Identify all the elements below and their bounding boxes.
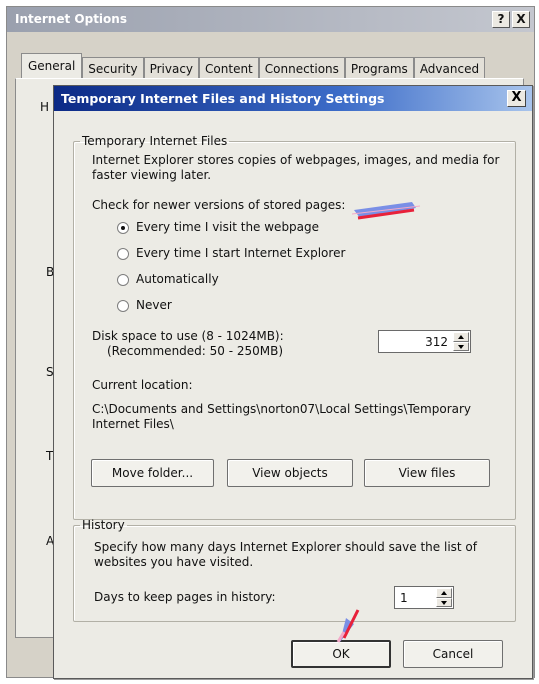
tif-history-settings-dialog: Temporary Internet Files and History Set…	[53, 85, 533, 679]
radio-button[interactable]	[117, 273, 129, 286]
tab-security[interactable]: Security	[82, 57, 144, 79]
tab-privacy[interactable]: Privacy	[143, 57, 200, 79]
check-newer-label: Check for newer versions of stored pages…	[92, 198, 346, 212]
tif-group-legend: Temporary Internet Files	[82, 134, 228, 148]
spinner-down-arrow-icon[interactable]	[436, 597, 452, 607]
outer-close-button[interactable]: X	[512, 11, 530, 28]
current-location-path: C:\Documents and Settings\norton07\Local…	[92, 402, 472, 431]
tif-description: Internet Explorer stores copies of webpa…	[92, 153, 500, 182]
history-group-legend: History	[82, 518, 125, 532]
tab-content[interactable]: Content	[199, 57, 259, 79]
check-newer-radio-group: Every time I visit the webpage Every tim…	[117, 220, 477, 320]
radio-button[interactable]	[117, 221, 129, 234]
radio-label: Automatically	[136, 272, 219, 286]
cancel-button[interactable]: Cancel	[403, 640, 503, 668]
current-location-label: Current location:	[92, 378, 193, 392]
dialog-title: Temporary Internet Files and History Set…	[61, 91, 385, 106]
radio-label: Every time I start Internet Explorer	[136, 246, 346, 260]
radio-button[interactable]	[117, 247, 129, 260]
disk-space-value[interactable]: 312	[425, 335, 448, 349]
annotation-arrow-icon	[352, 202, 421, 220]
disk-space-recommended: (Recommended: 50 - 250MB)	[107, 344, 284, 358]
outer-section-letter: H	[40, 100, 50, 114]
radio-label: Never	[136, 298, 172, 312]
radio-every-start[interactable]: Every time I start Internet Explorer	[117, 246, 345, 261]
view-objects-button[interactable]: View objects	[227, 459, 353, 487]
move-folder-button[interactable]: Move folder...	[91, 459, 214, 487]
radio-button[interactable]	[117, 299, 129, 312]
spinner-arrows	[453, 332, 469, 351]
tab-programs[interactable]: Programs	[344, 57, 414, 79]
dialog-close-button[interactable]: X	[507, 90, 526, 107]
tab-strip: General Security Privacy Content Connect…	[21, 53, 486, 79]
radio-never[interactable]: Never	[117, 298, 172, 313]
dialog-title-bar[interactable]: Temporary Internet Files and History Set…	[54, 86, 532, 111]
tab-general[interactable]: General	[21, 53, 83, 79]
radio-every-visit[interactable]: Every time I visit the webpage	[117, 220, 319, 235]
disk-space-spinner[interactable]: 312	[378, 330, 471, 353]
spinner-up-arrow-icon[interactable]	[453, 332, 469, 342]
outer-window-title: Internet Options	[15, 12, 127, 26]
outer-help-button[interactable]: ?	[492, 11, 510, 28]
spinner-down-arrow-icon[interactable]	[453, 341, 469, 351]
disk-space-label: Disk space to use (8 - 1024MB):	[92, 329, 284, 343]
history-days-label: Days to keep pages in history:	[94, 590, 276, 604]
tab-connections[interactable]: Connections	[258, 57, 345, 79]
tab-advanced[interactable]: Advanced	[413, 57, 486, 79]
spinner-arrows	[436, 588, 452, 607]
history-days-spinner[interactable]: 1	[394, 586, 454, 609]
radio-automatically[interactable]: Automatically	[117, 272, 219, 287]
outer-title-bar: Internet Options ? X	[7, 7, 534, 32]
annotation-cursor-icon	[336, 609, 360, 643]
radio-label: Every time I visit the webpage	[136, 220, 320, 234]
view-files-button[interactable]: View files	[364, 459, 490, 487]
ok-button[interactable]: OK	[291, 640, 391, 668]
spinner-up-arrow-icon[interactable]	[436, 588, 452, 598]
history-description: Specify how many days Internet Explorer …	[94, 540, 477, 569]
history-days-value[interactable]: 1	[400, 591, 408, 605]
